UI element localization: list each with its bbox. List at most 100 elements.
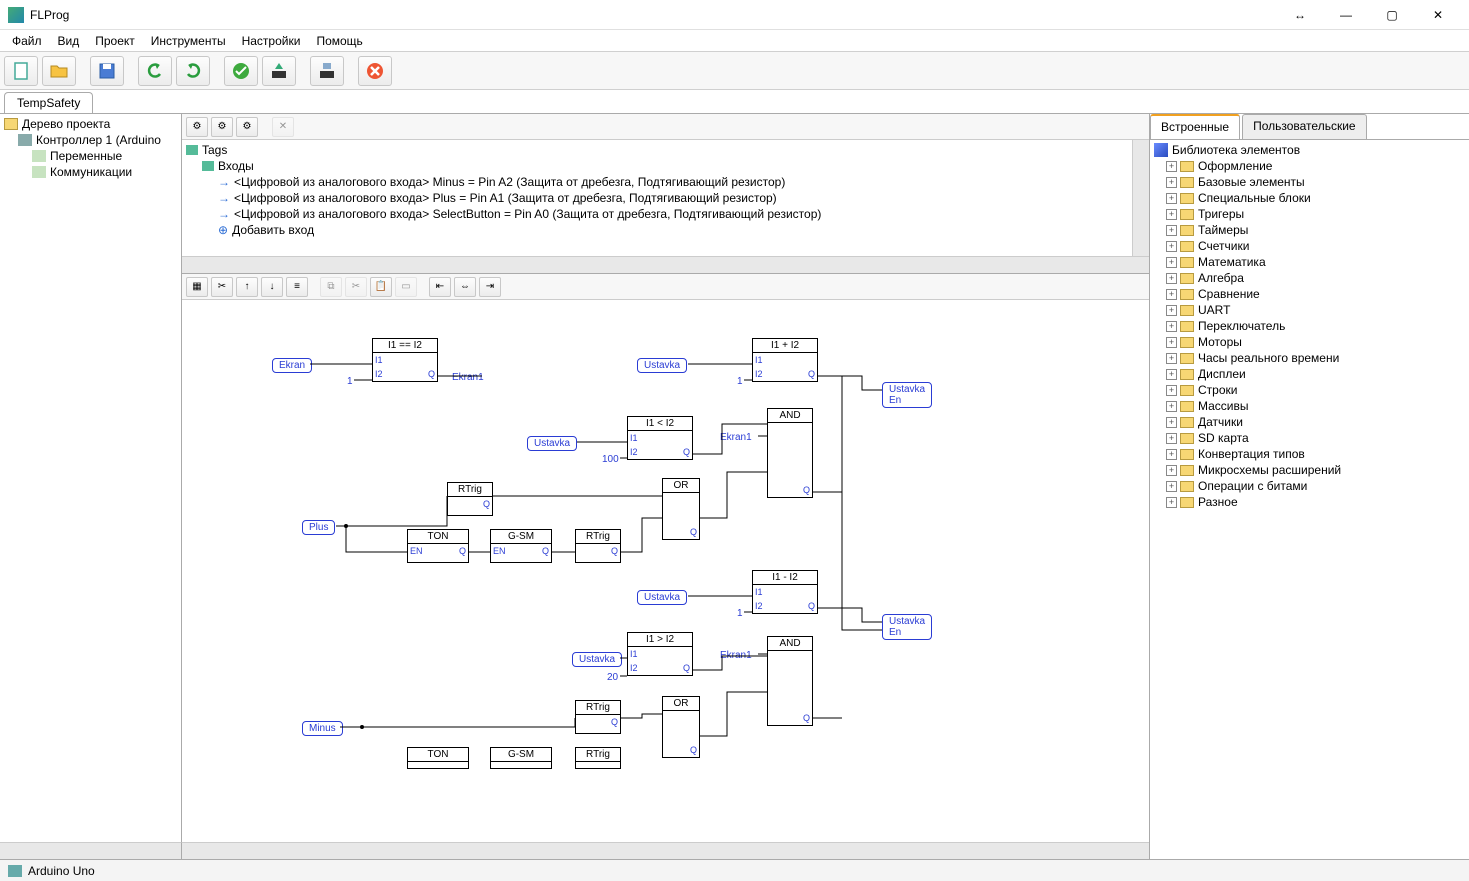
block-eq[interactable]: I1 == I2 I1I2Q <box>372 338 438 382</box>
expand-icon[interactable]: + <box>1166 401 1177 412</box>
tags-root[interactable]: Tags <box>184 142 1130 158</box>
maximize-button[interactable]: ▢ <box>1369 1 1415 29</box>
tree-controller[interactable]: Контроллер 1 (Arduino <box>2 132 179 148</box>
diag-btn-align-c[interactable]: ⇔ <box>454 277 476 297</box>
lib-item[interactable]: +Строки <box>1152 382 1467 398</box>
lib-item[interactable]: +Алгебра <box>1152 270 1467 286</box>
tags-scrollbar-h[interactable] <box>182 256 1149 273</box>
minimize-button[interactable]: — <box>1323 1 1369 29</box>
tag-plus[interactable]: Plus <box>302 520 335 535</box>
diag-btn-paste[interactable]: 📋 <box>370 277 392 297</box>
expand-icon[interactable]: + <box>1166 241 1177 252</box>
lib-item[interactable]: +Таймеры <box>1152 222 1467 238</box>
tag-input-row[interactable]: →<Цифровой из аналогового входа> Plus = … <box>184 190 1130 206</box>
diag-btn-down[interactable]: ↓ <box>261 277 283 297</box>
tag-ustavka[interactable]: Ustavka <box>637 358 687 373</box>
diag-btn-copy[interactable]: ⧉ <box>320 277 342 297</box>
lib-item[interactable]: +Сравнение <box>1152 286 1467 302</box>
block-ton[interactable]: TON <box>407 747 469 769</box>
menu-help[interactable]: Помощь <box>308 32 370 50</box>
block-lt[interactable]: I1 < I2 I1I2Q <box>627 416 693 460</box>
tag-ustavka[interactable]: Ustavka <box>572 652 622 667</box>
menu-project[interactable]: Проект <box>87 32 143 50</box>
menu-settings[interactable]: Настройки <box>234 32 309 50</box>
tag-minus[interactable]: Minus <box>302 721 343 736</box>
diagram-canvas[interactable]: Ekran 1 I1 == I2 I1I2Q Ekran1 Ustavka 1 … <box>182 300 1149 842</box>
tag-ustavka-en[interactable]: Ustavka En <box>882 614 932 640</box>
upload-button[interactable] <box>310 56 344 86</box>
expand-icon[interactable]: + <box>1166 321 1177 332</box>
expand-icon[interactable]: + <box>1166 225 1177 236</box>
expand-icon[interactable]: + <box>1166 369 1177 380</box>
open-file-button[interactable] <box>42 56 76 86</box>
block-rtrig[interactable]: RTrig <box>575 747 621 769</box>
diag-btn-board[interactable]: ▦ <box>186 277 208 297</box>
expand-icon[interactable]: + <box>1166 257 1177 268</box>
tree-communications[interactable]: Коммуникации <box>2 164 179 180</box>
diag-btn-del[interactable]: ▭ <box>395 277 417 297</box>
close-button[interactable]: ✕ <box>1415 1 1461 29</box>
verify-button[interactable] <box>224 56 258 86</box>
expand-icon[interactable]: + <box>1166 193 1177 204</box>
expand-icon[interactable]: + <box>1166 417 1177 428</box>
lib-item[interactable]: +Массивы <box>1152 398 1467 414</box>
diag-btn-scissors[interactable]: ✂ <box>345 277 367 297</box>
tag-btn-2[interactable]: ⚙ <box>211 117 233 137</box>
diag-btn-align-r[interactable]: ⇥ <box>479 277 501 297</box>
lib-item[interactable]: +Дисплеи <box>1152 366 1467 382</box>
tag-input-row[interactable]: →<Цифровой из аналогового входа> Minus =… <box>184 174 1130 190</box>
block-and[interactable]: AND Q <box>767 636 813 726</box>
block-gt[interactable]: I1 > I2 I1I2Q <box>627 632 693 676</box>
expand-icon[interactable]: + <box>1166 209 1177 220</box>
tag-ustavka-en[interactable]: Ustavka En <box>882 382 932 408</box>
move-button[interactable]: ↔ <box>1277 1 1323 29</box>
expand-icon[interactable]: + <box>1166 177 1177 188</box>
lib-item[interactable]: +Часы реального времени <box>1152 350 1467 366</box>
tree-variables[interactable]: Переменные <box>2 148 179 164</box>
expand-icon[interactable]: + <box>1166 353 1177 364</box>
expand-icon[interactable]: + <box>1166 481 1177 492</box>
tag-btn-1[interactable]: ⚙ <box>186 117 208 137</box>
project-scrollbar-h[interactable] <box>0 842 182 859</box>
block-ton[interactable]: TON ENQ <box>407 529 469 563</box>
tag-add-input[interactable]: ⊕Добавить вход <box>184 222 1130 238</box>
expand-icon[interactable]: + <box>1166 385 1177 396</box>
lib-item[interactable]: +Оформление <box>1152 158 1467 174</box>
tag-ekran[interactable]: Ekran <box>272 358 312 373</box>
diag-btn-order[interactable]: ≡ <box>286 277 308 297</box>
menu-tools[interactable]: Инструменты <box>143 32 234 50</box>
tab-tempsafety[interactable]: TempSafety <box>4 92 93 113</box>
tree-root[interactable]: Дерево проекта <box>2 116 179 132</box>
expand-icon[interactable]: + <box>1166 433 1177 444</box>
lib-item[interactable]: +SD карта <box>1152 430 1467 446</box>
expand-icon[interactable]: + <box>1166 465 1177 476</box>
tag-ustavka[interactable]: Ustavka <box>527 436 577 451</box>
tag-ustavka[interactable]: Ustavka <box>637 590 687 605</box>
lib-item[interactable]: +Моторы <box>1152 334 1467 350</box>
block-rtrig[interactable]: RTrig Q <box>447 482 493 516</box>
delete-button[interactable] <box>358 56 392 86</box>
redo-button[interactable] <box>176 56 210 86</box>
block-gsm[interactable]: G-SM <box>490 747 552 769</box>
lib-item[interactable]: +Переключатель <box>1152 318 1467 334</box>
compile-button[interactable] <box>262 56 296 86</box>
block-and[interactable]: AND Q <box>767 408 813 498</box>
lib-root[interactable]: Библиотека элементов <box>1152 142 1467 158</box>
block-gsm[interactable]: G-SM ENQ <box>490 529 552 563</box>
lib-item[interactable]: +Датчики <box>1152 414 1467 430</box>
lib-item[interactable]: +Математика <box>1152 254 1467 270</box>
diagram-scrollbar-h[interactable] <box>182 842 1149 859</box>
block-sub[interactable]: I1 - I2 I1I2Q <box>752 570 818 614</box>
lib-item[interactable]: +Микросхемы расширений <box>1152 462 1467 478</box>
block-rtrig[interactable]: RTrig Q <box>575 700 621 734</box>
tag-input-row[interactable]: →<Цифровой из аналогового входа> SelectB… <box>184 206 1130 222</box>
tag-btn-3[interactable]: ⚙ <box>236 117 258 137</box>
lib-item[interactable]: +UART <box>1152 302 1467 318</box>
menu-file[interactable]: Файл <box>4 32 50 50</box>
lib-item[interactable]: +Счетчики <box>1152 238 1467 254</box>
tag-delete-btn[interactable]: ✕ <box>272 117 294 137</box>
block-or[interactable]: OR Q <box>662 478 700 540</box>
block-rtrig[interactable]: RTrig Q <box>575 529 621 563</box>
expand-icon[interactable]: + <box>1166 289 1177 300</box>
tags-scrollbar-v[interactable] <box>1132 140 1149 256</box>
